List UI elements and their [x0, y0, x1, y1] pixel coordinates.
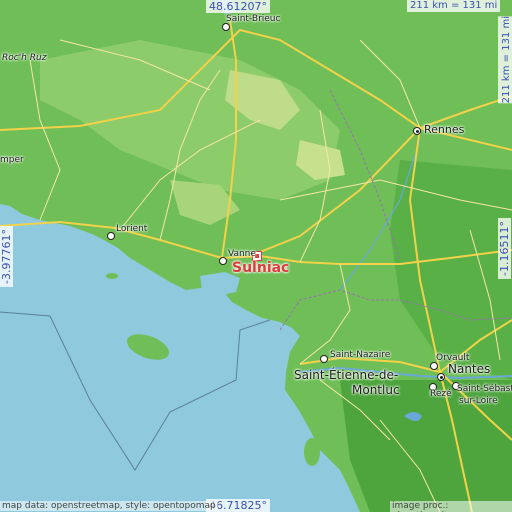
horizontal-scale-label: 211 km = 131 mi: [407, 0, 501, 12]
vertical-scale-label: 211 km = 131 mi: [498, 16, 512, 104]
label-quimper: mper: [0, 155, 24, 165]
rennes-marker[interactable]: [413, 127, 421, 135]
label-saint-nazaire: Saint-Nazaire: [330, 350, 391, 360]
label-roch-ruz: Roc'h Ruz: [2, 53, 47, 63]
map-viewport[interactable]: Saint-Brieuc Roc'h Ruz Rennes mper Lorie…: [0, 0, 512, 512]
nantes-marker[interactable]: [437, 373, 445, 381]
highlight-place-label: Sulniac: [232, 260, 290, 276]
ile-de-groix: [106, 273, 118, 279]
label-saint-sebastien-line1: Saint-Sébast: [457, 384, 512, 394]
label-rennes: Rennes: [424, 123, 465, 136]
attribution-left: map data: openstreetmap, style: opentopo…: [0, 501, 218, 511]
saint-nazaire-marker[interactable]: [320, 355, 328, 363]
vannes-marker[interactable]: [219, 257, 227, 265]
label-reze: Rezé: [430, 389, 452, 399]
left-longitude-label: -3.97761°: [0, 226, 13, 287]
label-lorient: Lorient: [116, 224, 148, 234]
attribution-right: image proc.: elevation.city: [390, 501, 512, 512]
label-vannes: Vanne: [228, 249, 256, 259]
top-latitude-label: 48.61207°: [206, 0, 270, 13]
label-saint-etienne-line2: Montluc: [352, 383, 400, 397]
label-saint-etienne-line1: Saint-Étienne-de-: [294, 368, 399, 382]
lorient-marker[interactable]: [107, 232, 115, 240]
label-saint-sebastien-line2: sur-Loire: [459, 396, 498, 406]
label-saint-brieuc: Saint-Brieuc: [226, 14, 281, 24]
right-longitude-label: -1.16511°: [498, 218, 511, 279]
orvault-marker[interactable]: [430, 362, 438, 370]
label-nantes: Nantes: [448, 362, 491, 376]
saint-brieuc-marker[interactable]: [222, 23, 230, 31]
noirmoutier: [304, 438, 320, 466]
